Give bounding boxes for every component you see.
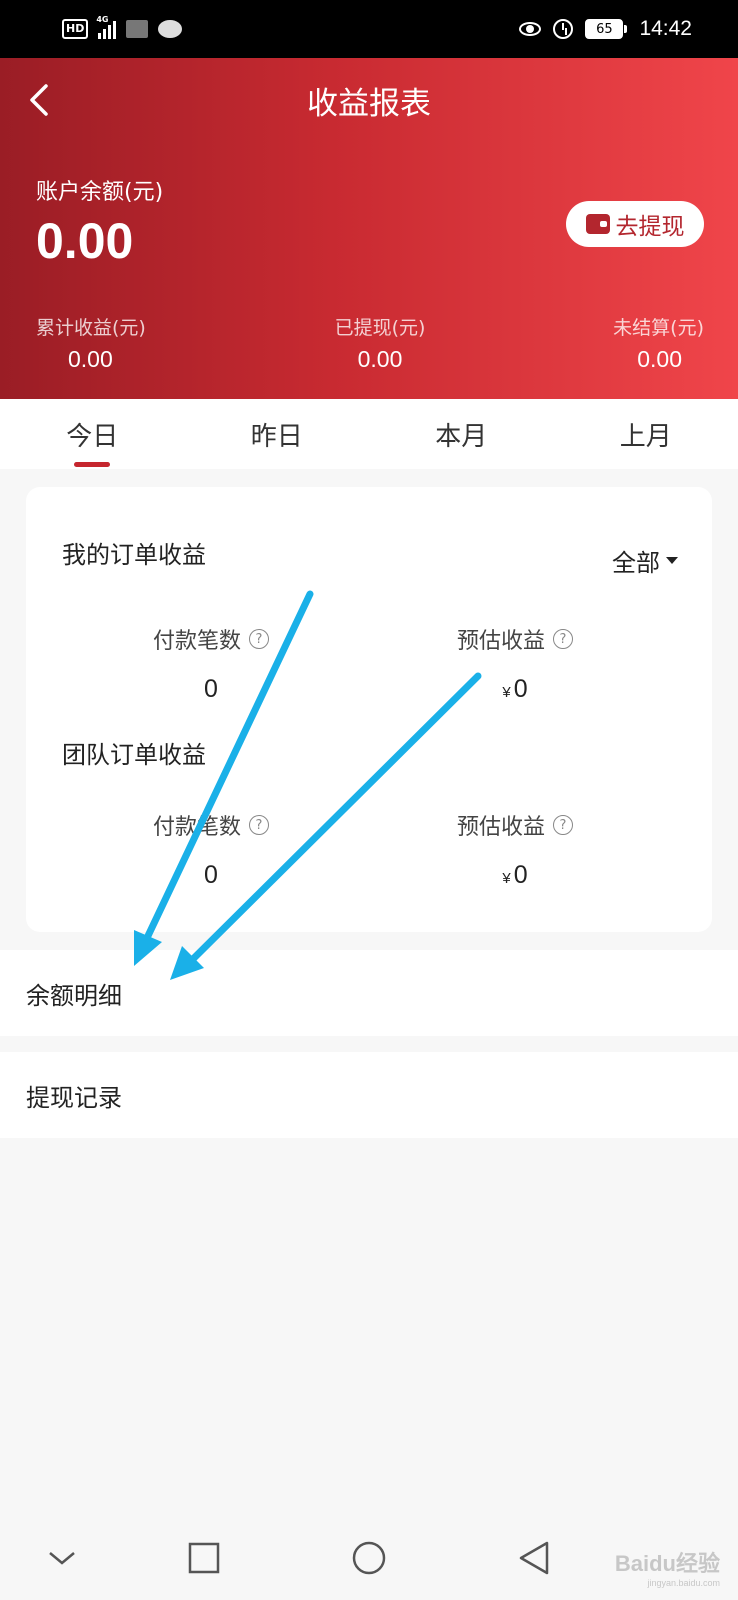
watermark-text: Baidu经验 [614,1551,720,1576]
filter-dropdown[interactable]: 全部 [612,543,678,578]
triangle-back-icon[interactable] [512,1536,556,1580]
status-right-icons: 65 14:42 [519,14,692,44]
metric-value: 0 [204,861,218,889]
team-paid-count: 付款笔数 ? 0 [81,809,341,890]
tab-this-month[interactable]: 本月 [369,399,554,469]
balance-value: 0.00 [36,213,134,269]
period-tabs: 今日 昨日 本月 上月 [0,399,738,469]
status-time: 14:42 [639,17,692,40]
signal-4g-icon: 4G [96,15,117,39]
wallet-icon [585,214,610,234]
filter-label: 全部 [612,549,660,577]
network-label: 4G [96,15,109,24]
list-item-withdraw-history[interactable]: 提现记录 [0,1052,738,1138]
battery-level: 65 [585,19,624,39]
stat-label: 累计收益(元) [36,317,146,339]
status-left-icons: HD 4G [62,15,183,42]
my-estimated-earnings: 预估收益 ? ¥0 [385,623,645,704]
team-estimated-earnings: 预估收益 ? ¥0 [385,809,645,890]
page-title: 收益报表 [307,86,431,122]
metric-label: 预估收益 [456,629,545,654]
stat-unsettled: 未结算(元) 0.00 [464,313,704,373]
help-icon[interactable]: ? [249,629,269,649]
help-icon[interactable]: ? [249,815,269,835]
stat-label: 未结算(元) [613,317,704,339]
stat-value: 0.00 [637,346,682,372]
chevron-down-icon[interactable] [40,1536,84,1580]
circle-icon[interactable] [347,1536,391,1580]
team-orders-title: 团队订单收益 [62,741,206,769]
order-earnings-card: 我的订单收益 全部 付款笔数 ? 0 预估收益 ? ¥0 团队订单收益 付款笔数… [26,487,712,932]
blurred-app-icon [126,20,149,38]
help-icon[interactable]: ? [553,629,573,649]
list-item-label: 余额明细 [26,981,122,1010]
withdraw-button[interactable]: 去提现 [566,201,704,247]
tab-yesterday[interactable]: 昨日 [185,399,370,469]
withdraw-button-label: 去提现 [615,214,685,240]
currency-symbol: ¥ [502,684,511,701]
status-bar: HD 4G 65 14:42 [0,0,738,58]
earnings-header: 收益报表 账户余额(元) 0.00 去提现 累计收益(元) 0.00 已提现(元… [0,58,738,399]
metric-label: 付款笔数 [152,815,241,840]
watermark-sub: jingyan.baidu.com [647,1578,720,1588]
system-nav-bar: Baidu经验 jingyan.baidu.com [0,1516,738,1600]
watermark-logo: Baidu经验 jingyan.baidu.com [615,1546,720,1588]
my-paid-count: 付款笔数 ? 0 [81,623,341,704]
metric-label: 付款笔数 [152,629,241,654]
metric-label: 预估收益 [456,815,545,840]
square-icon[interactable] [182,1536,226,1580]
chat-icon [158,20,183,38]
battery-icon: 65 [585,19,628,39]
balance-label: 账户余额(元) [36,180,164,205]
currency-symbol: ¥ [502,870,511,887]
alarm-icon [553,19,574,39]
metric-value: 0 [513,675,528,703]
eye-icon [519,22,542,36]
stat-total-earnings: 累计收益(元) 0.00 [36,313,276,373]
my-orders-title: 我的订单收益 [62,541,206,569]
metric-value: 0 [513,861,528,889]
hd-icon: HD [62,19,89,39]
list-item-balance-details[interactable]: 余额明细 [0,950,738,1036]
tab-last-month[interactable]: 上月 [554,399,738,469]
caret-down-icon [666,557,678,564]
tab-today[interactable]: 今日 [0,399,185,469]
metric-value: 0 [204,675,218,703]
help-icon[interactable]: ? [553,815,573,835]
stat-value: 0.00 [68,346,113,372]
list-item-label: 提现记录 [26,1083,122,1112]
